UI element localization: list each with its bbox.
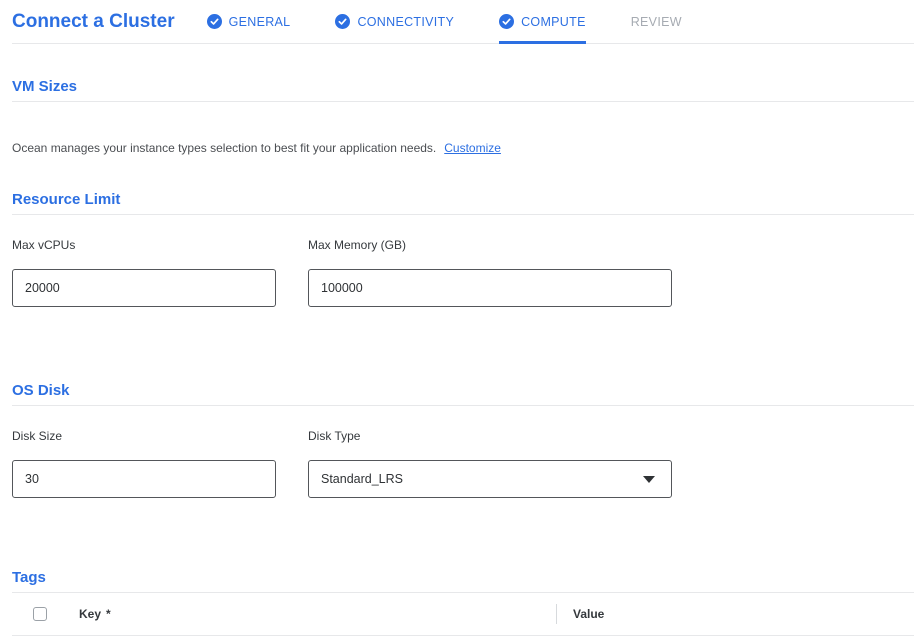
page-title: Connect a Cluster [12,11,175,33]
vm-sizes-description-text: Ocean manages your instance types select… [12,141,436,155]
tab-review[interactable]: REVIEW [631,0,682,43]
max-vcpus-field-group: Max vCPUs [12,215,276,307]
max-memory-input[interactable] [308,269,672,307]
disk-size-input[interactable] [12,460,276,498]
vm-sizes-description: Ocean manages your instance types select… [12,141,914,155]
disk-type-dropdown[interactable]: Standard_LRS [308,460,672,498]
tags-table-header-row: Key * Value [12,593,914,636]
tab-label: REVIEW [631,15,682,29]
tab-connectivity[interactable]: CONNECTIVITY [335,0,454,43]
tab-label: CONNECTIVITY [357,15,454,29]
vm-sizes-heading: VM Sizes [12,78,914,102]
tab-label: COMPUTE [521,15,586,29]
connect-cluster-page: Connect a Cluster GENERAL CONNECTIVITY [12,0,914,636]
wizard-tabs: GENERAL CONNECTIVITY COMPUTE REVIEW [207,0,727,43]
required-asterisk: * [106,607,111,621]
select-all-checkbox[interactable] [33,607,47,621]
wizard-header: Connect a Cluster GENERAL CONNECTIVITY [12,0,914,44]
os-disk-heading: OS Disk [12,382,914,406]
tags-key-column-header: Key * [79,607,111,621]
os-disk-fields: Disk Size Disk Type Standard_LRS [12,406,914,498]
check-circle-icon [335,14,350,29]
tab-general[interactable]: GENERAL [207,0,291,43]
disk-size-field-group: Disk Size [12,406,276,498]
max-vcpus-label: Max vCPUs [12,238,276,252]
customize-link[interactable]: Customize [444,141,501,155]
disk-size-label: Disk Size [12,429,276,443]
check-circle-icon [207,14,222,29]
disk-type-field-group: Disk Type Standard_LRS [308,406,672,498]
tags-key-column-label: Key [79,607,101,621]
max-vcpus-input[interactable] [12,269,276,307]
tags-value-column-header: Value [573,607,604,621]
max-memory-label: Max Memory (GB) [308,238,672,252]
chevron-down-icon [643,476,655,483]
resource-limit-heading: Resource Limit [12,191,914,215]
tags-heading: Tags [12,569,914,593]
max-memory-field-group: Max Memory (GB) [308,215,672,307]
disk-type-label: Disk Type [308,429,672,443]
column-divider [556,604,557,624]
disk-type-selected-value: Standard_LRS [321,472,403,486]
tab-compute[interactable]: COMPUTE [499,0,586,43]
resource-limit-fields: Max vCPUs Max Memory (GB) [12,215,914,307]
check-circle-icon [499,14,514,29]
tab-label: GENERAL [229,15,291,29]
